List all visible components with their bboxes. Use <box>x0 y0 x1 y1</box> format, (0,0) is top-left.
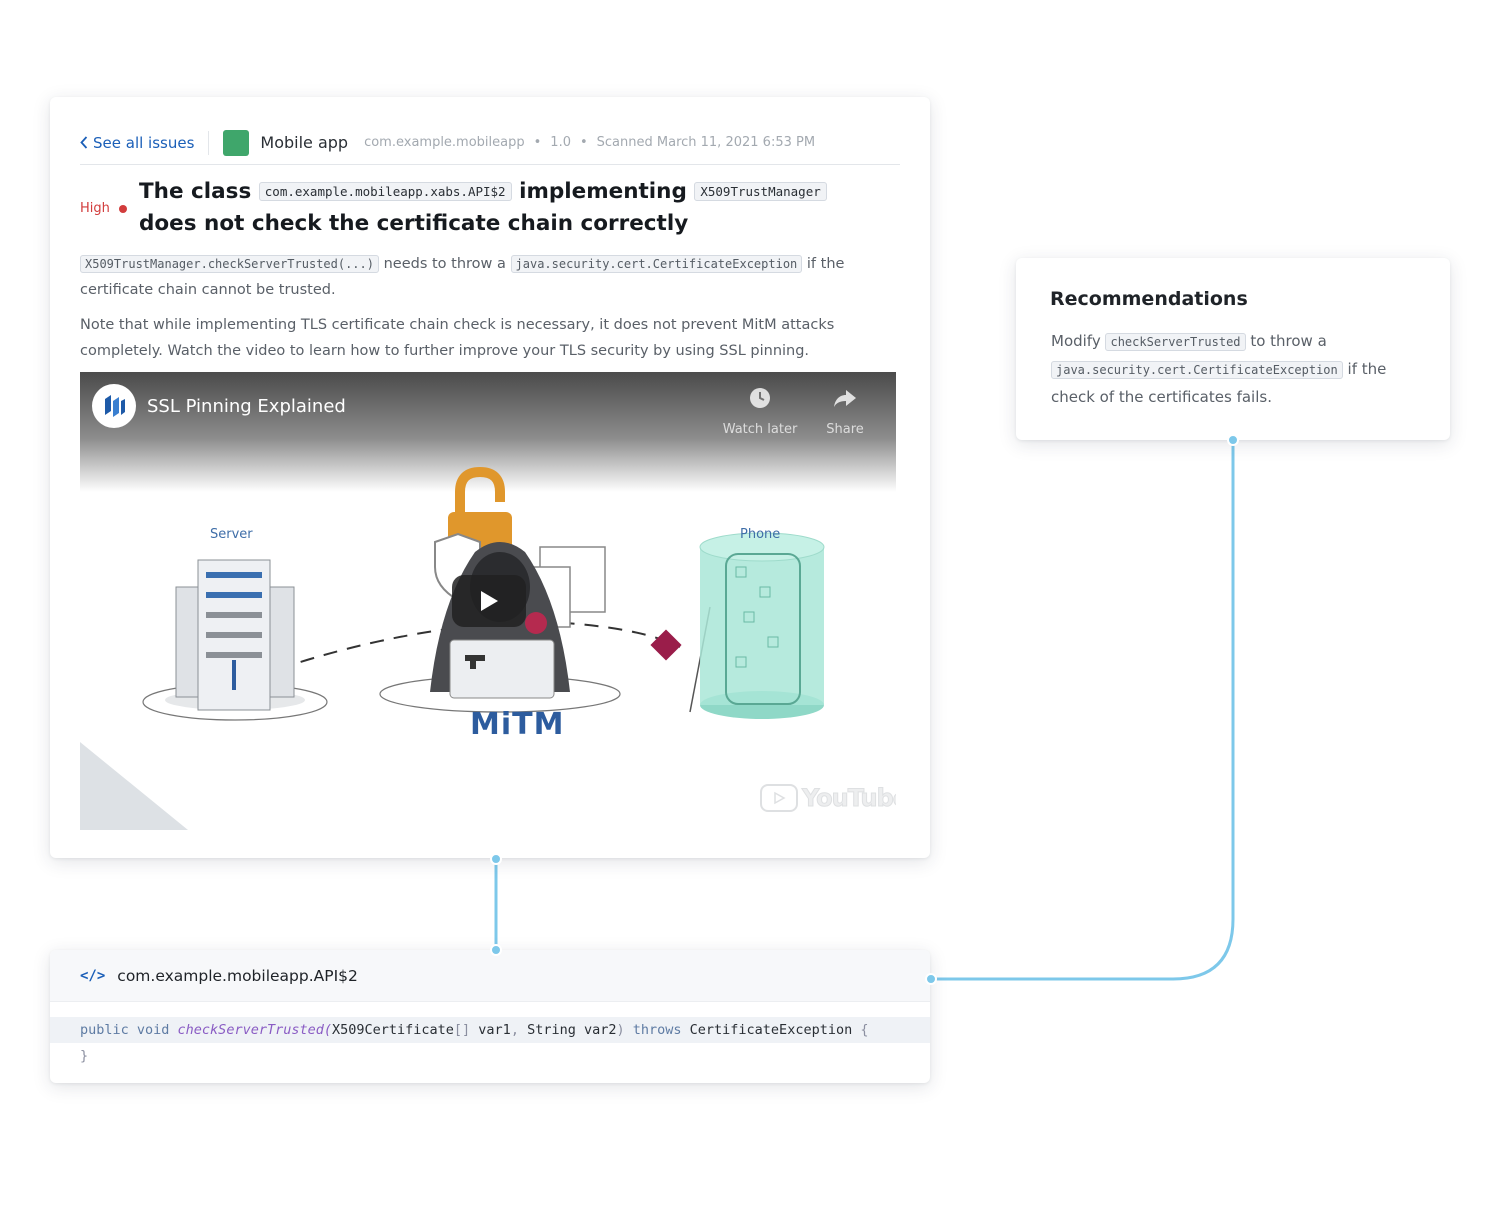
play-icon <box>481 591 498 611</box>
youtube-logo[interactable]: YouTube <box>760 784 896 813</box>
chevron-left-icon <box>80 136 88 149</box>
code-token: CertificateException <box>689 1022 861 1038</box>
exception-code: java.security.cert.CertificateException <box>510 255 803 273</box>
youtube-wordmark: YouTube <box>801 784 896 813</box>
issue-note: Note that while implementing TLS certifi… <box>80 317 835 359</box>
code-punct: [] <box>453 1022 479 1038</box>
see-all-issues-link[interactable]: See all issues <box>80 134 194 152</box>
recommendation-text: to throw a <box>1250 332 1327 350</box>
app-icon <box>223 129 250 156</box>
severity-badge: High <box>80 201 127 216</box>
code-punct: { <box>860 1022 869 1038</box>
phone-label: Phone <box>740 527 781 542</box>
method-code: checkServerTrusted <box>1105 333 1246 351</box>
code-file-name[interactable]: com.example.mobileapp.API$2 <box>117 967 358 985</box>
issue-description: X509TrustManager.checkServerTrusted(...)… <box>80 251 910 303</box>
code-token: X509Certificate <box>331 1022 454 1038</box>
divider <box>208 130 210 155</box>
code-token: String var2 <box>527 1022 617 1038</box>
mitm-label: MiTM <box>470 707 565 742</box>
severity-label: High <box>80 201 110 216</box>
title-class-code: com.example.mobileapp.xabs.API$2 <box>258 182 512 201</box>
method-code: X509TrustManager.checkServerTrusted(...) <box>80 255 379 273</box>
app-name: Mobile app <box>260 133 349 152</box>
app-version: 1.0 <box>550 135 571 150</box>
recommendations-text: Modify checkServerTrusted to throw a jav… <box>1051 328 1431 411</box>
recommendations-card: Recommendations Modify checkServerTruste… <box>1016 258 1450 440</box>
separator-dot: • <box>533 135 542 150</box>
code-function: checkServerTrusted( <box>177 1022 332 1038</box>
recommendations-title: Recommendations <box>1050 288 1248 310</box>
package-name: com.example.mobileapp <box>364 135 525 150</box>
youtube-play-icon <box>760 784 798 812</box>
see-all-issues-label: See all issues <box>93 133 195 152</box>
title-text: implementing <box>519 179 687 204</box>
code-keyword: throws <box>632 1022 690 1038</box>
code-line: } <box>50 1043 930 1069</box>
title-interface-code: X509TrustManager <box>694 182 827 201</box>
issue-card: See all issues Mobile app com.example.mo… <box>50 97 930 858</box>
severity-dot-icon <box>118 204 127 213</box>
code-card: </> com.example.mobileapp.API$2 public v… <box>50 950 930 1083</box>
code-file-header: </> com.example.mobileapp.API$2 <box>50 950 930 1002</box>
code-punct: , <box>510 1022 528 1038</box>
server-label: Server <box>210 527 253 542</box>
title-text: does not check the certificate chain cor… <box>139 211 689 236</box>
separator-dot: • <box>579 135 588 150</box>
code-line: public void checkServerTrusted(X509Certi… <box>50 1017 930 1043</box>
code-token: var1 <box>478 1022 511 1038</box>
video-player[interactable]: SSL Pinning Explained Watch later Share <box>80 372 896 830</box>
issue-title: The class com.example.mobileapp.xabs.API… <box>139 177 889 239</box>
recommendation-text: Modify <box>1051 332 1101 350</box>
code-punct: } <box>80 1048 89 1064</box>
play-button[interactable] <box>452 575 526 627</box>
description-text: needs to throw a <box>383 256 506 272</box>
corner-decoration <box>80 742 188 830</box>
code-icon: </> <box>80 967 106 984</box>
issue-header: See all issues Mobile app com.example.mo… <box>80 121 900 165</box>
exception-code: java.security.cert.CertificateException <box>1051 361 1343 379</box>
code-snippet: public void checkServerTrusted(X509Certi… <box>50 1017 930 1069</box>
scan-timestamp: Scanned March 11, 2021 6:53 PM <box>596 135 816 150</box>
code-keyword: public void <box>80 1022 178 1038</box>
title-text: The class <box>139 179 252 204</box>
code-punct: ) <box>616 1022 633 1038</box>
